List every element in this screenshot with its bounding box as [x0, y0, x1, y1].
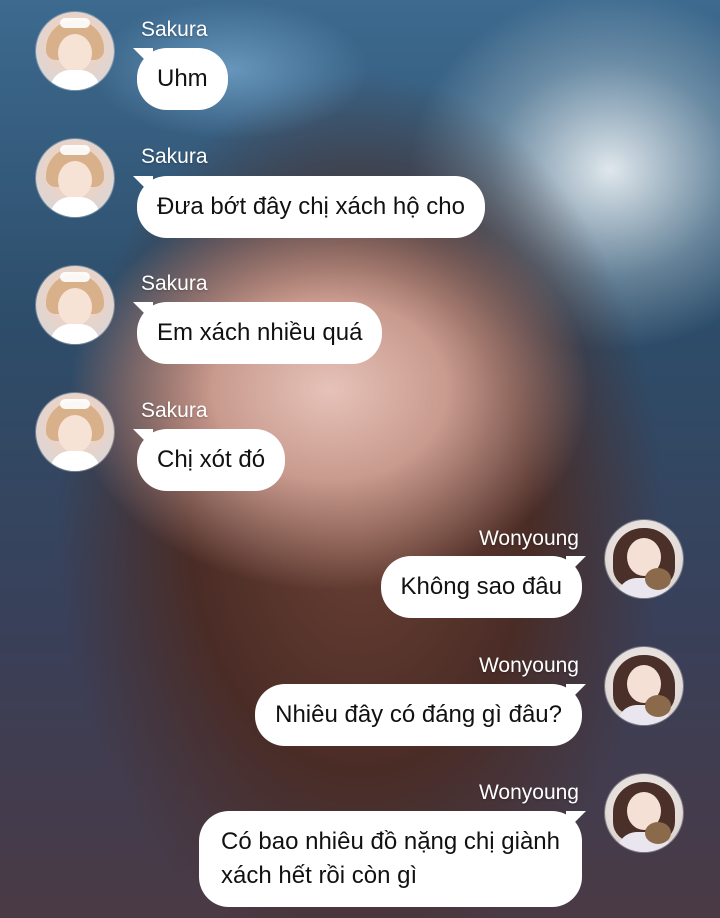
- message-bubble[interactable]: Nhiêu đây có đáng gì đâu?: [255, 684, 586, 746]
- avatar[interactable]: [36, 12, 114, 90]
- avatar[interactable]: [36, 266, 114, 344]
- background-glow: [90, 0, 370, 140]
- avatar-body: [50, 451, 100, 471]
- avatar-body: [50, 324, 100, 344]
- avatar-bow: [60, 145, 90, 155]
- message-bubble[interactable]: Em xách nhiều quá: [132, 302, 383, 364]
- avatar-bow: [60, 18, 90, 28]
- message-line: Có bao nhiêu đồ nặng chị giành: [221, 828, 560, 855]
- sender-name: Sakura: [141, 399, 208, 422]
- message-bubble[interactable]: Chị xót đó: [132, 429, 286, 491]
- message-bubble[interactable]: Có bao nhiêu đồ nặng chị giành xách hết …: [199, 811, 586, 907]
- avatar[interactable]: [605, 774, 683, 852]
- avatar[interactable]: [605, 647, 683, 725]
- avatar[interactable]: [605, 520, 683, 598]
- sender-name: Wonyoung: [478, 527, 579, 550]
- message-bubble[interactable]: Đưa bớt đây chị xách hộ cho: [133, 176, 485, 238]
- avatar-face: [58, 415, 92, 453]
- message-line: xách hết rồi còn gì: [221, 862, 418, 889]
- avatar-bow: [60, 272, 90, 282]
- message-bubble[interactable]: Không sao đâu: [380, 556, 587, 618]
- avatar-body: [50, 70, 100, 90]
- sender-name: Wonyoung: [478, 654, 579, 677]
- avatar-face: [58, 288, 92, 326]
- avatar-pet: [645, 822, 671, 844]
- avatar-pet: [645, 568, 671, 590]
- avatar[interactable]: [36, 139, 114, 217]
- sender-name: Sakura: [141, 18, 208, 41]
- avatar-bow: [60, 399, 90, 409]
- sender-name: Wonyoung: [478, 781, 579, 804]
- avatar[interactable]: [36, 393, 114, 471]
- avatar-face: [58, 34, 92, 72]
- avatar-face: [58, 161, 92, 199]
- message-bubble[interactable]: Uhm: [133, 48, 228, 110]
- sender-name: Sakura: [141, 272, 208, 295]
- avatar-body: [50, 197, 100, 217]
- sender-name: Sakura: [141, 145, 208, 168]
- avatar-pet: [645, 695, 671, 717]
